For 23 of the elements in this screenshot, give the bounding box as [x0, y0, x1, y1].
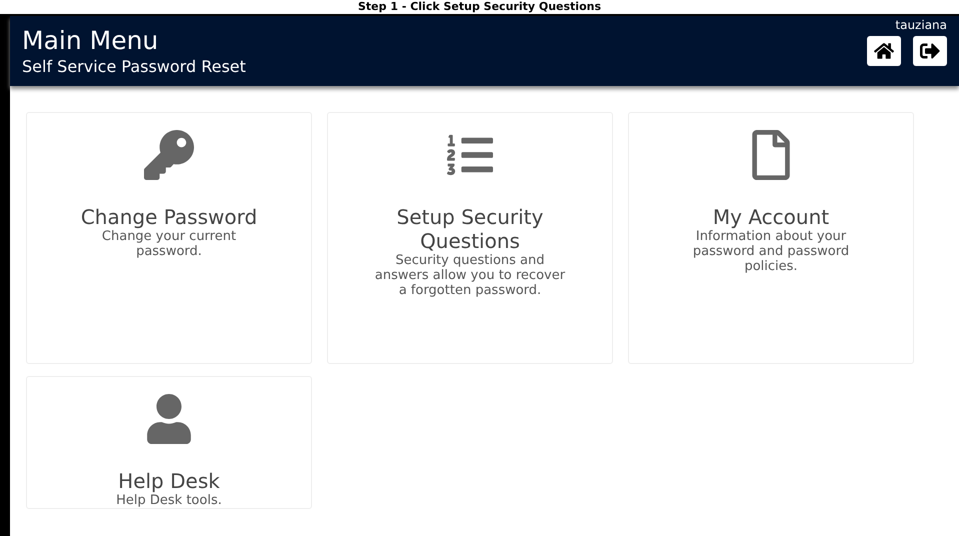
logout-icon [920, 41, 940, 61]
menu-tile[interactable]: My Account Information about your password and password policies. [628, 112, 914, 364]
home-button[interactable] [867, 36, 901, 66]
tile-description: Help Desk tools. [115, 493, 223, 508]
person-icon [144, 394, 194, 444]
numbered-list-icon [447, 132, 493, 178]
page-title: Main Menu [22, 26, 160, 55]
home-icon [874, 41, 894, 61]
menu-tile[interactable]: Change Password Change your current password. [26, 112, 312, 364]
tile-title: Change Password [80, 205, 258, 229]
tile-title: Setup Security Questions [396, 205, 544, 253]
step-caption: Step 1 - Click Setup Security Questions [358, 0, 602, 14]
tile-description: Change your current password. [100, 229, 238, 259]
page-subtitle: Self Service Password Reset [22, 57, 246, 76]
logout-button[interactable] [913, 36, 947, 66]
tile-title: Help Desk [117, 469, 221, 493]
tile-description: Security questions and answers allow you to recover a forgotten password. [374, 253, 566, 298]
tile-description: Information about your password and password policies. [692, 229, 850, 274]
menu-tile[interactable]: Help Desk Help Desk tools. [26, 376, 312, 509]
username: tauziana [895, 18, 947, 32]
menu-tile[interactable]: Setup Security Questions Security questions and answers allow you to recover a forgotten password. [327, 112, 613, 364]
tile-title: My Account [712, 205, 830, 229]
key-icon [144, 130, 194, 180]
